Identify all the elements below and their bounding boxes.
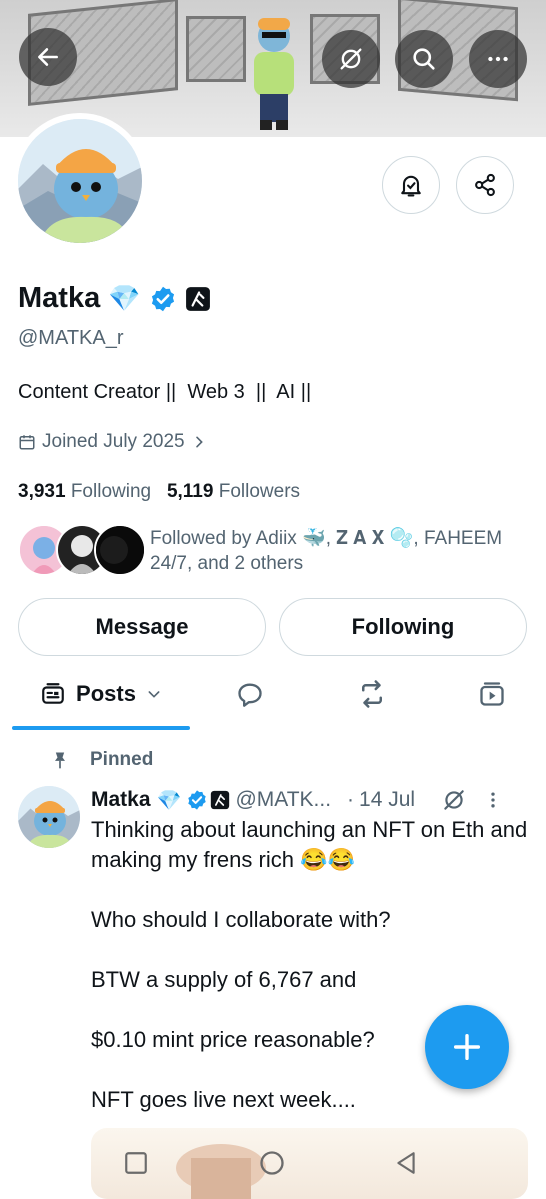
- avatar-image: [18, 119, 142, 243]
- share-icon: [475, 173, 495, 197]
- system-back-button[interactable]: [386, 1148, 426, 1178]
- plus-icon: [453, 1033, 481, 1061]
- tab-replies[interactable]: [220, 660, 280, 728]
- follower-avatar: [94, 524, 146, 576]
- post-paragraph: Thinking about launching an NFT on Eth a…: [91, 817, 528, 872]
- grok-button[interactable]: [322, 30, 380, 88]
- notification-button[interactable]: [382, 156, 440, 214]
- post-separator: ·: [347, 788, 355, 811]
- post-media[interactable]: [91, 1128, 528, 1199]
- follow-stats: 3,931 Following 5,119 Followers: [18, 481, 300, 503]
- verified-badge-icon: [188, 790, 207, 810]
- followed-by-row[interactable]: Followed by Adiix 🐳, 𝐙 𝐀 𝐗 🫧, FAHEEM 24/…: [18, 524, 528, 580]
- back-arrow-icon: [38, 48, 58, 66]
- post-more-icon[interactable]: [483, 789, 503, 811]
- diamond-emoji: 💎: [108, 283, 141, 313]
- post-header: Matka 💎 @MATK... · 14 Jul: [91, 786, 531, 814]
- post-date: 14 Jul: [359, 788, 416, 811]
- affiliate-badge-icon[interactable]: [185, 286, 211, 312]
- message-button[interactable]: Message: [18, 598, 266, 656]
- followers-label: Followers: [218, 481, 301, 502]
- affiliate-badge-icon: [211, 790, 230, 810]
- post-paragraph: Who should I collaborate with?: [91, 907, 391, 932]
- verified-badge-icon[interactable]: [149, 285, 177, 313]
- following-button[interactable]: Following: [279, 598, 527, 656]
- post-avatar-image: [18, 786, 80, 848]
- post-author-name[interactable]: Matka: [91, 788, 151, 812]
- media-icon: [480, 682, 504, 706]
- more-options-button[interactable]: [469, 30, 527, 88]
- profile-avatar[interactable]: [12, 113, 148, 249]
- recent-apps-icon: [125, 1152, 147, 1174]
- home-icon: [260, 1151, 284, 1175]
- more-icon: [488, 56, 508, 62]
- recent-apps-button[interactable]: [116, 1148, 156, 1178]
- share-button[interactable]: [456, 156, 514, 214]
- profile-handle: @MATKA_r: [18, 327, 124, 349]
- joined-date-row[interactable]: Joined July 2025: [18, 431, 207, 453]
- profile-bio: Content Creator || Web 3 || AI ||: [18, 381, 312, 403]
- chevron-right-icon: [195, 436, 203, 448]
- search-icon: [413, 48, 435, 70]
- followers-link[interactable]: 5,119 Followers: [167, 481, 300, 502]
- tab-media[interactable]: [462, 660, 522, 728]
- posts-tab-icon: [42, 683, 64, 704]
- back-nav-icon: [397, 1152, 415, 1174]
- post-paragraph: BTW a supply of 6,767 and: [91, 967, 357, 992]
- compose-button[interactable]: [425, 1005, 509, 1089]
- post-author-avatar[interactable]: [18, 786, 80, 848]
- post-author-emoji: 💎: [156, 789, 182, 812]
- chevron-down-icon: [148, 691, 160, 698]
- profile-name-row: Matka 💎: [18, 282, 211, 315]
- post-media-image: [176, 1144, 266, 1199]
- post-paragraph: NFT goes live next week....: [91, 1087, 356, 1112]
- followed-by-text: Followed by Adiix 🐳, 𝐙 𝐀 𝐗 🫧, FAHEEM 24/…: [150, 528, 503, 574]
- joined-date: Joined July 2025: [42, 431, 185, 452]
- tab-posts[interactable]: Posts: [12, 660, 190, 728]
- grok-icon: [340, 48, 362, 70]
- tab-reposts[interactable]: [342, 660, 402, 728]
- profile-tabs: Posts: [0, 660, 546, 730]
- notification-bell-icon: [401, 175, 421, 197]
- repost-icon: [362, 680, 382, 708]
- back-button[interactable]: [19, 28, 77, 86]
- calendar-icon: [19, 435, 35, 450]
- banner-art-panel: [186, 16, 246, 82]
- following-link[interactable]: 3,931 Following: [18, 481, 151, 502]
- tab-posts-label: Posts: [76, 681, 136, 706]
- post-author-handle: @MATK...: [235, 788, 332, 811]
- pin-icon: [55, 752, 65, 769]
- search-button[interactable]: [395, 30, 453, 88]
- followers-count: 5,119: [166, 481, 214, 502]
- grok-icon[interactable]: [441, 787, 467, 813]
- pinned-label: Pinned: [90, 749, 154, 770]
- active-tab-indicator: [12, 726, 190, 730]
- following-label: Following: [70, 481, 152, 502]
- banner-character: [254, 18, 294, 130]
- pinned-indicator: Pinned: [50, 749, 153, 771]
- replies-icon: [238, 683, 262, 707]
- profile-name: Matka: [18, 282, 101, 314]
- home-button[interactable]: [252, 1148, 292, 1178]
- following-count: 3,931: [18, 481, 66, 502]
